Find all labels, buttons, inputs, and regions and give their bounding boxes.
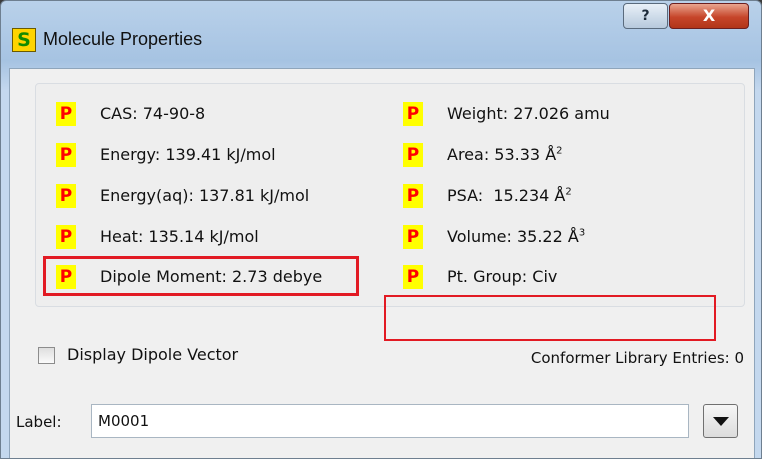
property-label: Area: 53.33 Å2: [447, 145, 563, 164]
label-input[interactable]: [91, 404, 689, 438]
app-icon: S: [12, 28, 36, 52]
property-energy: P Energy: 139.41 kJ/mol: [56, 143, 356, 169]
help-button[interactable]: ?: [623, 3, 668, 29]
display-dipole-vector-checkbox[interactable]: [38, 347, 55, 364]
label-dropdown-button[interactable]: [703, 404, 738, 438]
property-label-text: Area: 53.33 Å: [447, 145, 557, 164]
property-psa: P PSA: 15.234 Å2: [403, 184, 703, 210]
dipole-highlight-box: [43, 256, 359, 296]
unit-exponent: 2: [556, 145, 563, 157]
title-bar[interactable]: S Molecule Properties ? X: [1, 1, 761, 77]
property-label: CAS: 74-90-8: [100, 104, 206, 123]
property-label-text: PSA: 15.234 Å: [447, 186, 566, 205]
property-badge: P: [56, 225, 76, 249]
property-label: Volume: 35.22 Å3: [447, 227, 585, 246]
property-badge: P: [56, 184, 76, 208]
property-badge: P: [56, 102, 76, 126]
property-badge: P: [403, 184, 423, 208]
property-heat: P Heat: 135.14 kJ/mol: [56, 225, 356, 251]
display-dipole-vector-label[interactable]: Display Dipole Vector: [67, 345, 238, 364]
property-badge: P: [403, 225, 423, 249]
property-label: Energy: 139.41 kJ/mol: [100, 145, 276, 164]
property-badge: P: [403, 143, 423, 167]
property-point-group: P Pt. Group: Civ: [403, 265, 703, 291]
property-energy-aq: P Energy(aq): 137.81 kJ/mol: [56, 184, 356, 210]
property-label: PSA: 15.234 Å2: [447, 186, 572, 205]
property-label: Pt. Group: Civ: [447, 267, 558, 286]
empty-highlight-box: [384, 295, 716, 341]
property-area: P Area: 53.33 Å2: [403, 143, 703, 169]
property-badge: P: [403, 102, 423, 126]
property-label: Heat: 135.14 kJ/mol: [100, 227, 259, 246]
close-button[interactable]: X: [669, 3, 749, 29]
property-label-text: Volume: 35.22 Å: [447, 227, 579, 246]
unit-exponent: 3: [578, 227, 586, 239]
property-weight: P Weight: 27.026 amu: [403, 102, 703, 128]
window-title: Molecule Properties: [43, 29, 203, 49]
property-label: Energy(aq): 137.81 kJ/mol: [100, 186, 310, 205]
property-label: Weight: 27.026 amu: [447, 104, 610, 123]
property-cas: P CAS: 74-90-8: [56, 102, 356, 128]
chevron-down-icon: [713, 417, 729, 426]
unit-exponent: 2: [565, 186, 572, 198]
dialog-body: P CAS: 74-90-8 P Energy: 139.41 kJ/mol P…: [9, 68, 755, 458]
molecule-properties-window: S Molecule Properties ? X P CAS: 74-90-8…: [0, 0, 762, 459]
property-volume: P Volume: 35.22 Å3: [403, 225, 703, 251]
property-badge: P: [56, 143, 76, 167]
conformer-library-entries: Conformer Library Entries: 0: [530, 349, 744, 367]
property-badge: P: [403, 265, 423, 289]
label-caption: Label:: [16, 413, 62, 431]
